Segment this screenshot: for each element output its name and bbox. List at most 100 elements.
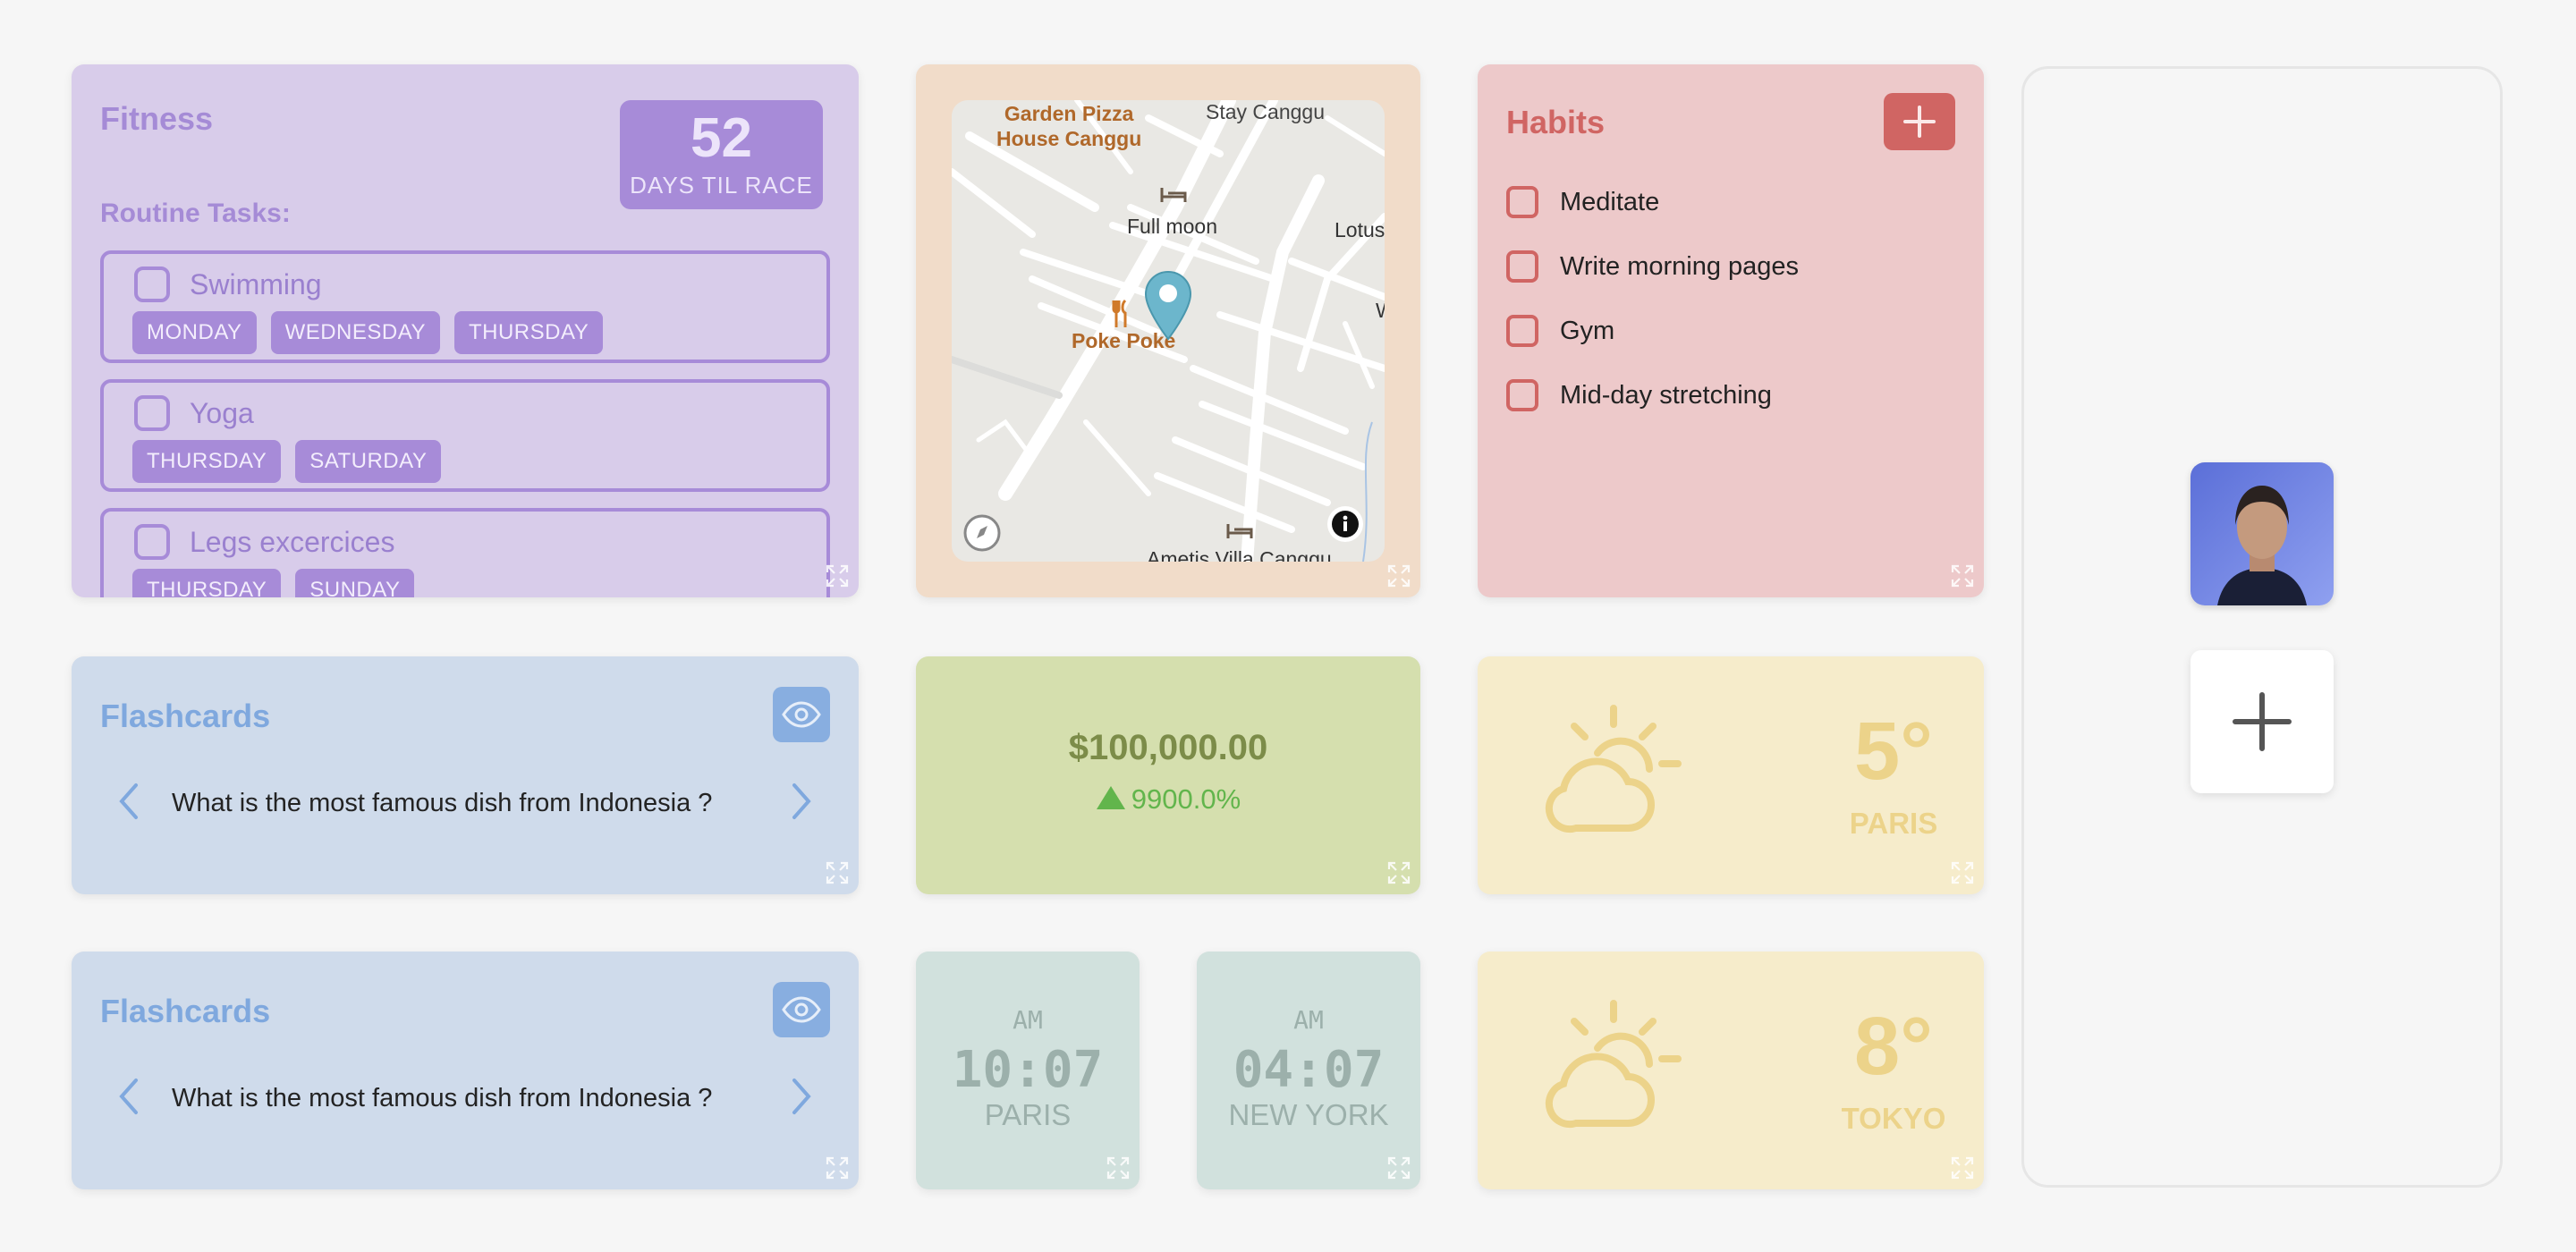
expand-icon[interactable] xyxy=(1950,563,1975,588)
habit-checkbox[interactable] xyxy=(1506,250,1538,283)
habit-item[interactable]: Mid-day stretching xyxy=(1506,379,1772,411)
weather-sun-cloud-icon xyxy=(1545,705,1682,833)
flashcard-question: What is the most famous dish from Indone… xyxy=(172,1084,713,1112)
weather-temperature: 5° xyxy=(1854,706,1933,797)
habit-item[interactable]: Gym xyxy=(1506,315,1614,347)
plus-icon xyxy=(2233,692,2292,751)
clock-ampm: AM xyxy=(1293,1005,1324,1035)
triangle-up-icon xyxy=(1096,786,1125,809)
habit-checkbox[interactable] xyxy=(1506,315,1538,347)
map-label-lotus: Lotus xyxy=(1335,218,1385,241)
expand-icon[interactable] xyxy=(1106,1155,1131,1180)
flashcards-widget: Flashcards What is the most famous dish … xyxy=(72,656,859,894)
race-label: DAYS TIL RACE xyxy=(630,172,813,199)
day-tag: WEDNESDAY xyxy=(270,311,440,354)
fitness-title: Fitness xyxy=(100,100,214,137)
map-label-stay: Stay Canggu xyxy=(1206,100,1325,123)
habit-item[interactable]: Write morning pages xyxy=(1506,250,1799,283)
plus-icon xyxy=(1903,106,1936,138)
chevron-left-icon[interactable] xyxy=(114,1075,143,1118)
expand-icon[interactable] xyxy=(1386,1155,1411,1180)
task-legs: Legs excercices THURSDAY SUNDAY xyxy=(100,508,830,597)
task-name: Legs excercices xyxy=(190,526,395,558)
day-tag: THURSDAY xyxy=(453,311,604,354)
habit-item[interactable]: Meditate xyxy=(1506,186,1659,218)
portfolio-change: 9900.0% xyxy=(916,783,1420,816)
clock-ampm: AM xyxy=(1013,1005,1043,1035)
weather-widget: 8° TOKYO xyxy=(1478,952,1984,1189)
add-habit-button[interactable] xyxy=(1884,93,1955,150)
task-name: Swimming xyxy=(190,268,322,300)
chevron-left-icon[interactable] xyxy=(114,780,143,823)
clock-widget: AM 10:07 PARIS xyxy=(916,952,1140,1189)
day-tag: MONDAY xyxy=(132,311,257,354)
map-label-villa: Ametis Villa Canggu xyxy=(1147,547,1332,562)
info-icon[interactable] xyxy=(1326,504,1365,544)
weather-city: TOKYO xyxy=(1841,1102,1946,1135)
add-widget-button[interactable] xyxy=(2190,650,2334,793)
expand-icon[interactable] xyxy=(1386,563,1411,588)
reveal-answer-button[interactable] xyxy=(773,982,830,1037)
chevron-right-icon[interactable] xyxy=(787,1075,816,1118)
weather-sun-cloud-icon xyxy=(1545,1000,1682,1129)
habit-label: Write morning pages xyxy=(1560,251,1800,281)
side-panel xyxy=(2021,66,2503,1188)
map-widget: Garden Pizza House Canggu Stay Canggu Fu… xyxy=(916,64,1420,597)
habit-checkbox[interactable] xyxy=(1506,379,1538,411)
avatar[interactable] xyxy=(2190,462,2334,605)
habit-label: Meditate xyxy=(1560,187,1660,216)
clock-city: PARIS xyxy=(984,1098,1072,1131)
portfolio-widget: $100,000.00 9900.0% xyxy=(916,656,1420,894)
task-yoga: Yoga THURSDAY SATURDAY xyxy=(100,379,830,492)
portfolio-amount: $100,000.00 xyxy=(1068,728,1268,767)
clock-widget: AM 04:07 NEW YORK xyxy=(1197,952,1420,1189)
expand-icon[interactable] xyxy=(1950,860,1975,885)
restaurant-icon xyxy=(1112,299,1127,327)
habit-checkbox[interactable] xyxy=(1506,186,1538,218)
reveal-answer-button[interactable] xyxy=(773,687,830,742)
weather-temperature: 8° xyxy=(1854,1001,1933,1092)
flashcards-widget: Flashcards What is the most famous dish … xyxy=(72,952,859,1189)
task-checkbox[interactable] xyxy=(134,266,170,302)
weather-city: PARIS xyxy=(1849,807,1938,840)
race-countdown: 52 DAYS TIL RACE xyxy=(620,100,823,209)
chevron-right-icon[interactable] xyxy=(787,780,816,823)
weather-widget: 5° PARIS xyxy=(1478,656,1984,894)
task-checkbox[interactable] xyxy=(134,395,170,431)
map-label-garden: Garden Pizza House Canggu xyxy=(996,102,1142,150)
fitness-widget: Fitness 52 DAYS TIL RACE Routine Tasks: … xyxy=(72,64,859,597)
clock-time: 10:07 xyxy=(952,1041,1104,1099)
day-tag: SUNDAY xyxy=(295,569,415,597)
expand-icon[interactable] xyxy=(825,563,850,588)
bed-icon xyxy=(1160,188,1187,202)
flashcard-question: What is the most famous dish from Indone… xyxy=(172,789,713,817)
flashcards-title: Flashcards xyxy=(100,698,271,734)
map-label-fullmoon: Full moon xyxy=(1127,215,1217,238)
clock-time: 04:07 xyxy=(1233,1041,1385,1099)
bed-icon xyxy=(1226,524,1253,538)
day-tag: THURSDAY xyxy=(132,440,282,483)
habit-label: Mid-day stretching xyxy=(1560,380,1772,410)
habits-title: Habits xyxy=(1506,104,1606,140)
task-name: Yoga xyxy=(190,397,254,429)
habit-label: Gym xyxy=(1560,316,1615,345)
avatar-image xyxy=(2190,462,2334,605)
task-swimming: Swimming MONDAY WEDNESDAY THURSDAY xyxy=(100,250,830,363)
eye-icon xyxy=(782,701,821,728)
map-label-w: W xyxy=(1376,299,1385,324)
portfolio-change-value: 9900.0% xyxy=(1131,783,1241,815)
expand-icon[interactable] xyxy=(825,1155,850,1180)
routine-label: Routine Tasks: xyxy=(100,199,291,228)
day-tag: THURSDAY xyxy=(132,569,282,597)
expand-icon[interactable] xyxy=(825,860,850,885)
eye-icon xyxy=(782,996,821,1023)
race-days: 52 xyxy=(691,107,752,169)
flashcards-title: Flashcards xyxy=(100,993,271,1029)
expand-icon[interactable] xyxy=(1950,1155,1975,1180)
compass-icon[interactable] xyxy=(962,513,1002,553)
map-pin-icon[interactable] xyxy=(1143,270,1193,342)
map-view[interactable]: Garden Pizza House Canggu Stay Canggu Fu… xyxy=(952,100,1385,562)
expand-icon[interactable] xyxy=(1386,860,1411,885)
task-checkbox[interactable] xyxy=(134,524,170,560)
clock-city: NEW YORK xyxy=(1228,1098,1389,1131)
